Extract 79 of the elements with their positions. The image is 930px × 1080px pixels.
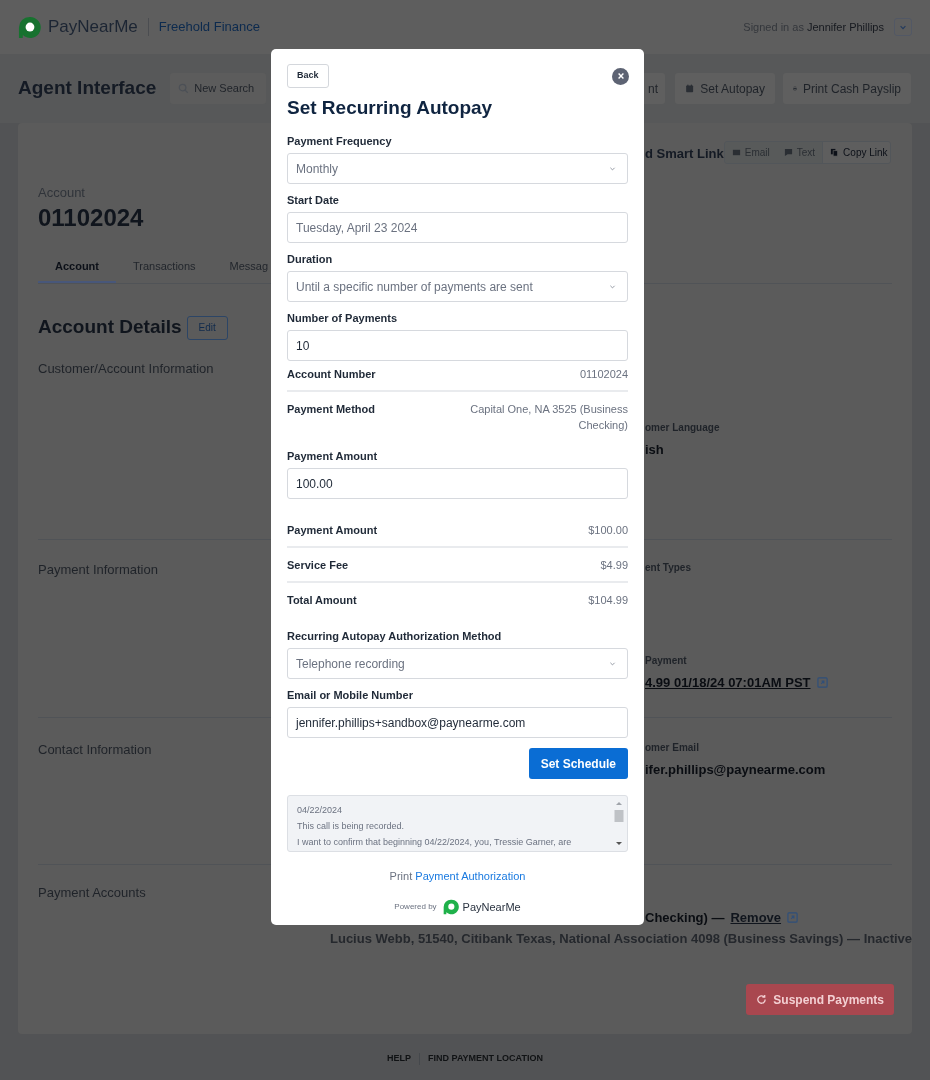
field-label: Duration <box>287 252 334 266</box>
section-title: Payment Accounts <box>38 884 147 902</box>
summary-label: Payment Method <box>287 402 375 417</box>
field-value: ifer.phillips@paynearme.com <box>645 761 826 779</box>
search-field[interactable]: New Search <box>170 73 267 104</box>
field-value: Checking) — <box>645 909 725 927</box>
field-label: Payment Amount <box>287 449 379 463</box>
dropdown[interactable]: Telephone recording <box>287 648 628 679</box>
chevron-down-icon <box>609 660 616 667</box>
tab[interactable]: Account <box>38 251 116 283</box>
toolbar-button[interactable]: Print Cash Payslip <box>783 73 911 104</box>
field-label: Email or Mobile Number <box>287 688 414 702</box>
summary-value: $4.99 <box>600 558 628 573</box>
field-value: ish <box>645 441 664 459</box>
section-title: Contact Information <box>38 741 153 759</box>
close-icon <box>616 72 625 80</box>
brand-name: PayNearMe <box>462 899 521 915</box>
tab[interactable]: Messag <box>212 251 286 283</box>
dialog-title: Set Recurring Autopay <box>287 96 494 120</box>
dropdown[interactable]: Monthly <box>287 153 628 184</box>
summary-value: $104.99 <box>588 593 628 608</box>
share-button[interactable]: Copy Link <box>822 142 890 163</box>
summary-label: Total Amount <box>287 593 357 608</box>
edit-button[interactable]: Edit <box>186 315 228 340</box>
smart-link-title: d Smart Link <box>645 145 724 163</box>
summary-value: Capital One, NA 3525 (Business Checking) <box>469 402 628 433</box>
chat-icon <box>783 148 793 157</box>
input-field[interactable]: jennifer.phillips+sandbox@paynearme.com <box>287 707 628 738</box>
input-field[interactable]: 100.00 <box>287 468 628 499</box>
summary-label: Service Fee <box>287 558 349 573</box>
refresh-icon <box>756 994 768 1005</box>
account-number: 01102024 <box>38 202 145 233</box>
script-line: 04/22/2024 <box>297 804 344 817</box>
summary-value: $100.00 <box>588 523 628 538</box>
external-link-icon <box>816 677 828 689</box>
envelope-icon <box>731 148 741 157</box>
toolbar-button[interactable]: Set Autopay <box>675 73 775 104</box>
remove-link[interactable]: Remove <box>730 908 782 928</box>
calendar-icon <box>685 83 695 94</box>
field-label: omer Language <box>645 421 721 435</box>
script-line: This call is being recorded. <box>297 820 406 833</box>
summary-label: Account Number <box>287 367 376 382</box>
summary-value: 01102024 <box>579 367 628 382</box>
close-button[interactable] <box>612 67 629 85</box>
field-label: Payment Frequency <box>287 134 393 148</box>
input-field[interactable]: 10 <box>287 330 628 361</box>
logo-icon <box>442 898 459 915</box>
organization-name: Freehold Finance <box>158 18 260 37</box>
logo-icon <box>18 15 41 39</box>
section-title: Payment Information <box>38 561 159 579</box>
field-label: omer Email <box>645 741 700 755</box>
brand-name: PayNearMe <box>48 16 138 39</box>
external-link-icon <box>787 912 799 924</box>
copy-icon <box>830 148 840 157</box>
summary-label: Payment Amount <box>287 523 378 538</box>
field-label: Number of Payments <box>287 311 399 325</box>
chevron-down-icon <box>609 283 616 290</box>
page-title: Agent Interface <box>18 76 157 101</box>
tab[interactable]: Transactions <box>116 251 213 283</box>
payment-authorization-link[interactable]: Payment Authorization <box>415 870 526 882</box>
dropdown[interactable]: Until a specific number of payments are sent <box>287 271 628 302</box>
field-label: Recurring Autopay Authorization Method <box>287 629 503 643</box>
print-authorization-text: Print Payment Authorization <box>389 869 526 884</box>
set-schedule-button[interactable]: Set Schedule <box>528 748 628 779</box>
input-field[interactable]: Tuesday, April 23 2024 <box>287 212 628 243</box>
field-label: Payment <box>645 654 688 668</box>
back-button[interactable]: Back <box>287 64 329 88</box>
script-line: I want to confirm that beginning 04/22/2024, you, Tressie Garner, are <box>297 836 573 849</box>
section-heading: Account Details <box>38 315 182 340</box>
suspend-payments-button[interactable]: Suspend Payments <box>746 984 894 1015</box>
powered-by-text: Powered by <box>394 900 437 913</box>
payment-link[interactable]: 4.99 01/18/24 07:01AM PST <box>645 673 811 693</box>
section-title: Customer/Account Information <box>38 360 215 378</box>
chevron-down-icon <box>899 23 907 31</box>
footer-link[interactable]: FIND PAYMENT LOCATION <box>428 1052 543 1066</box>
field-label: Start Date <box>287 193 340 207</box>
field-label: ent Types <box>645 561 692 575</box>
chevron-down-icon <box>609 165 616 172</box>
footer-link[interactable]: HELP <box>387 1052 412 1066</box>
